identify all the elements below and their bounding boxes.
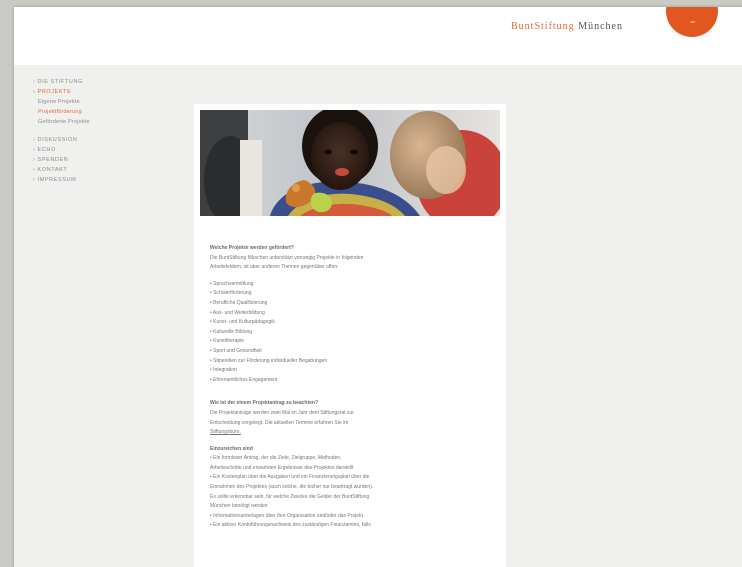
section3-line: Einnahmen des Projektes (auch solche, di… [210, 484, 374, 491]
section3-line: Arbeitsschritte und erwarteten Ergebniss… [210, 464, 354, 471]
list-item: • Schülerförderung [210, 290, 252, 297]
hero-photo [200, 110, 500, 216]
list-item: • Berufliche Qualifizierung [210, 299, 268, 306]
logo-city: München [578, 21, 623, 32]
nav-item-diskussion[interactable]: › DISKUSSION [33, 135, 90, 145]
nav-item-impressum[interactable]: › IMPRESSUM [33, 175, 90, 185]
section1-intro-line-2: Arbeitsfeldern, ist aber anderen Themen … [210, 264, 339, 271]
site-logo[interactable]: BuntStiftung München [511, 21, 623, 32]
list-item: • Stipendien zur Förderung individueller… [210, 357, 328, 364]
content-panel: Welche Projekte werden gefördert? Die Bu… [194, 104, 506, 567]
site-header: BuntStiftung München [14, 7, 742, 65]
list-item: • Sprachvermittlung [210, 280, 254, 287]
section1-intro-line-1: Die BuntStiftung München unterstützt vor… [210, 254, 364, 261]
list-item: • Sport und Gesundheit [210, 347, 262, 354]
nav-item-spenden[interactable]: › SPENDEN [33, 155, 90, 165]
section-heading-projektantrag: Wie ist der einem Projektantrag zu beach… [210, 400, 319, 407]
section3-line: • Ein Kostenplan über die Ausgaben und e… [210, 474, 370, 481]
section2-line-2: Entscheidung vorgelegt. Die aktuellen Te… [210, 419, 349, 426]
section3-line: Es sollte erkennbar sein, für welche Zwe… [210, 493, 370, 500]
stiftungsbuero-link-line: Stiftungsbüro. [210, 428, 490, 438]
nav-group-primary: › DIE STIFTUNG › PROJEKTE Eigene Projekt… [33, 77, 90, 127]
section-heading-einzureichen: Einzureichen sind [210, 445, 253, 452]
circle-dot [690, 21, 695, 23]
main-navigation: › DIE STIFTUNG › PROJEKTE Eigene Projekt… [33, 77, 90, 193]
browser-page: BuntStiftung München › DIE STIFTUNG › PR… [14, 7, 742, 567]
nav-group-secondary: › DISKUSSION › ECHO › SPENDEN › KONTAKT … [33, 135, 90, 185]
children-photo-image [200, 110, 500, 216]
stiftungsbuero-link[interactable]: Stiftungsbüro. [210, 429, 241, 435]
section2-line-1: Die Projektanträge werden zwei Mal im Ja… [210, 409, 354, 416]
section3-line: • Informationsunterlagen über Ihre Organ… [210, 512, 363, 519]
nav-item-projekte[interactable]: › PROJEKTE [33, 87, 90, 97]
logo-brand: BuntStiftung [511, 21, 575, 32]
section3-line: • Ein aktiver Kontoführungsnachweis des … [210, 522, 371, 529]
list-item: • Aus- und Weiterbildung [210, 309, 265, 316]
orange-circle-logo-mark [666, 7, 718, 37]
list-item: • Ehrenamtliches Engagement [210, 376, 278, 383]
nav-subitem-gefoerderte-projekte[interactable]: Geförderte Projekte [33, 117, 90, 127]
section-heading-welche-projekte: Welche Projekte werden gefördert? [210, 245, 294, 251]
nav-subitem-projektfoerderung[interactable]: Projektförderung [33, 107, 90, 117]
nav-item-kontakt[interactable]: › KONTAKT [33, 165, 90, 175]
nav-item-die-stiftung[interactable]: › DIE STIFTUNG [33, 77, 90, 87]
section3-line: • Ein formloser Antrag, der die Ziele, Z… [210, 455, 342, 462]
list-item: • Kulturelle Bildung [210, 328, 253, 335]
list-item: • Kunsttherapie [210, 338, 244, 345]
nav-item-echo[interactable]: › ECHO [33, 145, 90, 155]
list-item: • Integration [210, 367, 237, 374]
list-item: • Kunst- und Kulturpädagogik [210, 319, 275, 326]
content-text: Welche Projekte werden gefördert? Die Bu… [210, 244, 490, 531]
section3-line: München benötigt werden [210, 503, 268, 510]
nav-subitem-eigene-projekte[interactable]: Eigene Projekte [33, 97, 90, 107]
